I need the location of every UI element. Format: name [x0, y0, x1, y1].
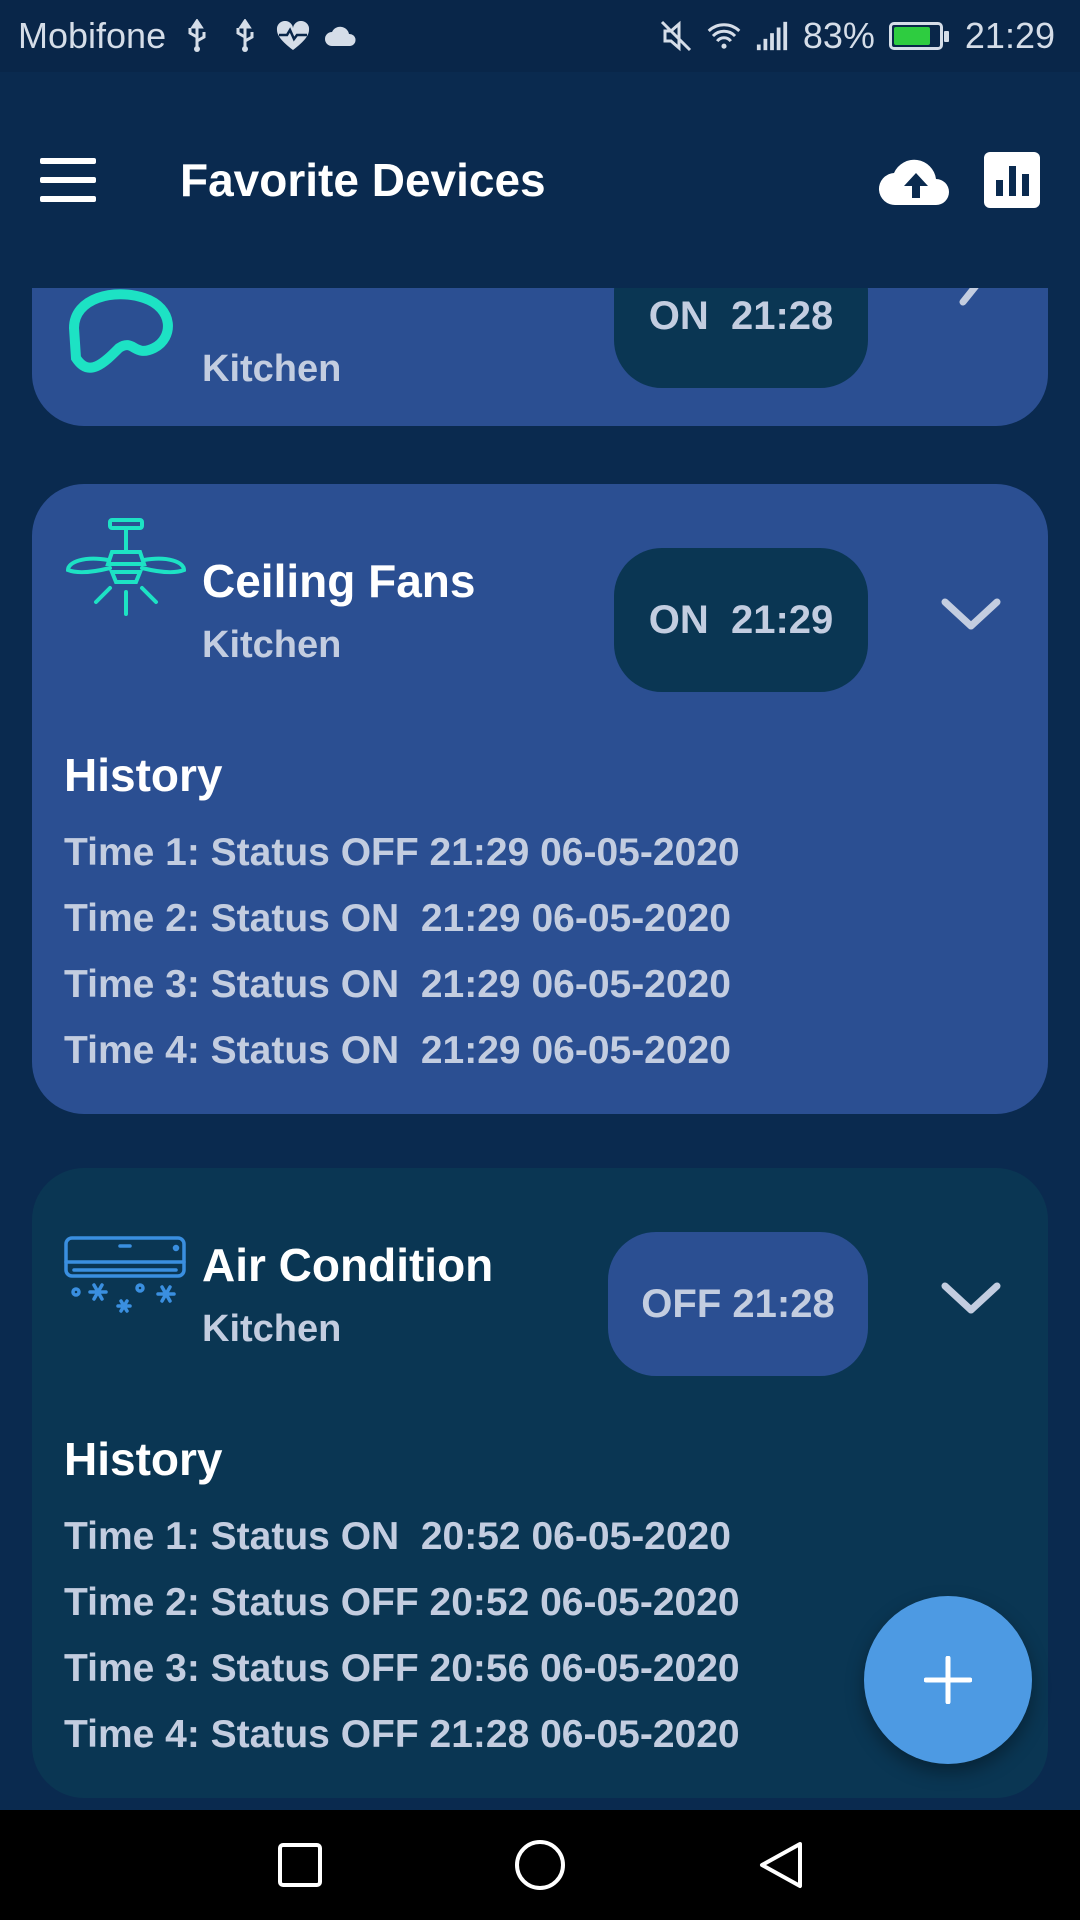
home-button[interactable] — [510, 1835, 570, 1895]
health-icon — [276, 18, 310, 54]
device-card[interactable]: Kitchen ON 21:28 — [32, 288, 1048, 426]
square-icon — [278, 1843, 322, 1887]
history-section: History Time 1: Status OFF 21:29 06-05-2… — [64, 748, 740, 1084]
cloud-upload-icon[interactable] — [878, 153, 954, 207]
history-row: Time 1: Status ON 20:52 06-05-2020 — [64, 1515, 731, 1558]
plus-icon — [924, 1656, 972, 1704]
wifi-icon — [707, 18, 741, 54]
carrier-name: Mobifone — [18, 15, 167, 56]
device-status-button[interactable]: ON 21:29 — [614, 548, 868, 692]
history-section: History Time 1: Status ON 20:52 06-05-20… — [64, 1432, 740, 1768]
status-left: Mobifone — [18, 15, 358, 57]
add-device-button[interactable] — [864, 1596, 1032, 1764]
ceiling-fan-icon — [65, 518, 187, 616]
page-title: Favorite Devices — [180, 154, 546, 206]
device-card-ceiling-fans[interactable]: Ceiling Fans Kitchen ON 21:29 History Ti… — [32, 484, 1048, 1114]
device-name: Air Condition — [202, 1239, 494, 1291]
chevron-right-icon[interactable] — [939, 288, 1003, 308]
history-row: Time 3: Status OFF 20:56 06-05-2020 — [64, 1647, 740, 1690]
device-list[interactable]: Kitchen ON 21:28 Ceiling Fans Kitchen ON… — [0, 288, 1080, 1810]
battery-percent: 83% — [802, 15, 875, 56]
menu-icon[interactable] — [40, 158, 96, 202]
device-status-button[interactable]: OFF 21:28 — [608, 1232, 868, 1376]
device-room: Kitchen — [202, 1308, 342, 1350]
circle-icon — [515, 1840, 565, 1890]
history-row: Time 4: Status OFF 21:28 06-05-2020 — [64, 1713, 740, 1756]
history-row: Time 1: Status OFF 21:29 06-05-2020 — [64, 831, 740, 874]
device-room: Kitchen — [202, 624, 342, 666]
device-name: Ceiling Fans — [202, 555, 476, 607]
status-right: 83% 21:29 — [659, 15, 1055, 57]
usb-icon — [180, 18, 214, 54]
device-status-button[interactable]: ON 21:28 — [614, 288, 868, 388]
device-room: Kitchen — [202, 348, 342, 390]
cloud-icon — [324, 18, 358, 54]
battery-icon — [888, 22, 949, 50]
device-icon — [68, 289, 173, 373]
air-conditioner-icon — [64, 1236, 186, 1313]
app-bar: Favorite Devices — [0, 72, 1080, 288]
app-actions — [878, 152, 1040, 208]
history-title: History — [64, 749, 223, 801]
signal-icon — [755, 18, 789, 54]
back-button[interactable] — [750, 1835, 810, 1895]
bar-chart-icon[interactable] — [984, 152, 1040, 208]
history-title: History — [64, 1433, 223, 1485]
mute-icon — [659, 18, 693, 54]
chevron-down-icon[interactable] — [939, 1278, 1003, 1318]
history-row: Time 4: Status ON 21:29 06-05-2020 — [64, 1029, 731, 1072]
system-nav-bar — [0, 1810, 1080, 1920]
status-bar: Mobifone 83% 21:29 — [0, 0, 1080, 72]
history-row: Time 2: Status OFF 20:52 06-05-2020 — [64, 1581, 740, 1624]
history-row: Time 2: Status ON 21:29 06-05-2020 — [64, 897, 731, 940]
chevron-down-icon[interactable] — [939, 594, 1003, 634]
history-row: Time 3: Status ON 21:29 06-05-2020 — [64, 963, 731, 1006]
triangle-back-icon — [760, 1842, 802, 1888]
recents-button[interactable] — [270, 1835, 330, 1895]
usb-icon — [228, 18, 262, 54]
clock: 21:29 — [964, 15, 1055, 56]
battery-fill — [893, 27, 931, 45]
